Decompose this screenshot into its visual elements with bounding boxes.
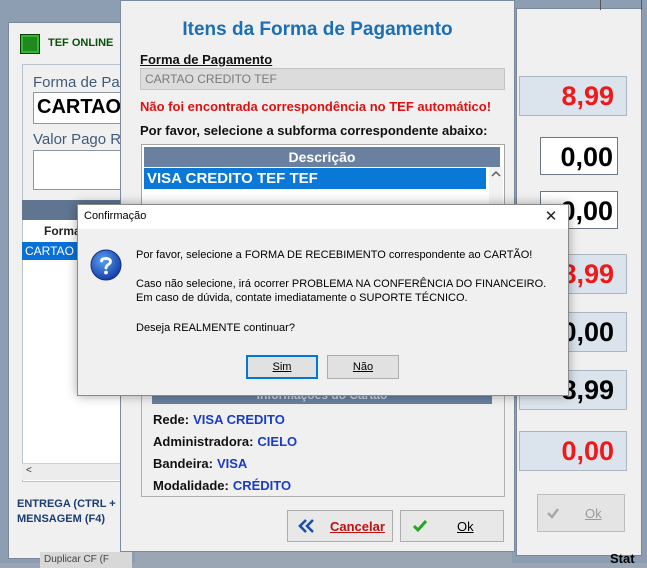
bg-status-label: Stat <box>610 551 635 566</box>
bg-ok-check-icon <box>547 508 559 519</box>
card-info-box: Informações do Cartão Rede:VISA CREDITO … <box>141 383 505 497</box>
modal-message-line3: Em caso de dúvida, contate imediatamente… <box>136 292 468 304</box>
bg-footer-mensagem: MENSAGEM (F4) <box>17 513 105 525</box>
modal-message-line4: Deseja REALMENTE continuar? <box>136 322 295 334</box>
bg-tile-2-value: 8,99 <box>561 259 614 289</box>
close-icon[interactable]: ✕ <box>534 205 568 229</box>
bg-forma-input[interactable]: CARTAO <box>33 92 134 124</box>
cancel-button[interactable]: Cancelar <box>287 510 393 542</box>
info-modalidade-label: Modalidade: <box>153 478 229 493</box>
question-icon <box>90 249 122 281</box>
info-rede: Rede: VISA CREDITO <box>153 412 285 427</box>
bg-valor-input[interactable] <box>33 150 134 190</box>
bg-list-hscrollbar[interactable]: < <box>22 463 132 480</box>
info-rede-label: Rede: <box>153 412 190 427</box>
no-button[interactable]: Não <box>327 355 399 379</box>
modal-titlebar[interactable]: Confirmação ✕ <box>78 205 568 229</box>
subform-list-item[interactable]: VISA CREDITO TEF TEF <box>144 168 486 189</box>
info-modalidade-value: CRÉDITO <box>232 478 292 493</box>
bg-duplicar-label: Duplicar CF (F <box>44 554 110 565</box>
bg-tile-5: 0,00 <box>519 431 627 471</box>
dialog-title: Itens da Forma de Pagamento <box>182 19 453 40</box>
bg-list-col-header: Forma <box>44 224 81 238</box>
info-bandeira: Bandeira: VISA <box>153 456 247 471</box>
forma-pagamento-field: CARTAO CREDITO TEF <box>140 68 505 90</box>
bg-ok-label: Ok <box>585 506 602 521</box>
scroll-left-icon[interactable]: < <box>26 465 32 476</box>
ok-label: Ok <box>457 518 474 534</box>
instruction-text: Por favor, selecione a subforma correspo… <box>140 123 488 138</box>
ok-button[interactable]: Ok <box>400 510 504 542</box>
error-message: Não foi encontrada correspondência no TE… <box>140 99 492 114</box>
bg-forma-label: Forma de Pag <box>33 74 129 91</box>
info-administradora-value: CIELO <box>257 434 298 449</box>
tef-status-text: TEF ONLINE <box>48 37 114 49</box>
modal-title: Confirmação <box>84 210 147 222</box>
scroll-up-icon[interactable] <box>491 170 501 178</box>
no-label: Não <box>352 361 374 373</box>
double-chevron-left-icon <box>298 517 316 535</box>
tef-status: TEF ONLINE <box>14 32 129 56</box>
info-administradora: Administradora: CIELO <box>153 434 297 449</box>
info-bandeira-label: Bandeira: <box>153 456 213 471</box>
bg-right-top-frame <box>600 0 642 10</box>
info-modalidade: Modalidade: CRÉDITO <box>153 478 291 493</box>
yes-label: Sim <box>272 361 292 373</box>
modal-message-line2: Caso não selecione, irá ocorrer PROBLEMA… <box>136 278 547 290</box>
bg-footer-entrega: ENTREGA (CTRL + <box>17 498 116 510</box>
yes-button[interactable]: Sim <box>246 355 318 379</box>
tef-status-led-icon <box>20 34 40 54</box>
forma-pagamento-label: Forma de Pagamento <box>140 52 273 67</box>
modal-message-line1: Por favor, selecione a FORMA DE RECEBIME… <box>136 249 533 261</box>
bg-amount-input-1[interactable]: 0,00 <box>540 137 618 175</box>
bg-tile-3-value: 0,00 <box>561 317 614 347</box>
bg-ok-button[interactable]: Ok <box>537 494 625 532</box>
subform-list-header: Descrição <box>144 147 500 167</box>
bg-valor-label: Valor Pago R$ <box>33 131 130 148</box>
bg-forma-value: CARTAO <box>37 96 122 118</box>
confirmation-modal: Confirmação ✕ Por favor, selecione a FOR… <box>77 204 569 396</box>
bg-tile-5-value: 0,00 <box>561 436 614 466</box>
check-icon <box>411 517 429 535</box>
info-administradora-label: Administradora: <box>153 434 254 449</box>
cancel-label: Cancelar <box>330 518 385 534</box>
bg-tile-4-value: 8,99 <box>561 375 614 405</box>
bg-total-value: 8,99 <box>561 81 614 111</box>
bg-duplicar-button[interactable]: Duplicar CF (F <box>40 552 132 568</box>
bg-amount-value-1: 0,00 <box>560 142 613 172</box>
info-rede-value: VISA CREDITO <box>193 412 285 427</box>
info-bandeira-value: VISA <box>216 456 248 471</box>
bg-total-tile: 8,99 <box>519 76 627 116</box>
